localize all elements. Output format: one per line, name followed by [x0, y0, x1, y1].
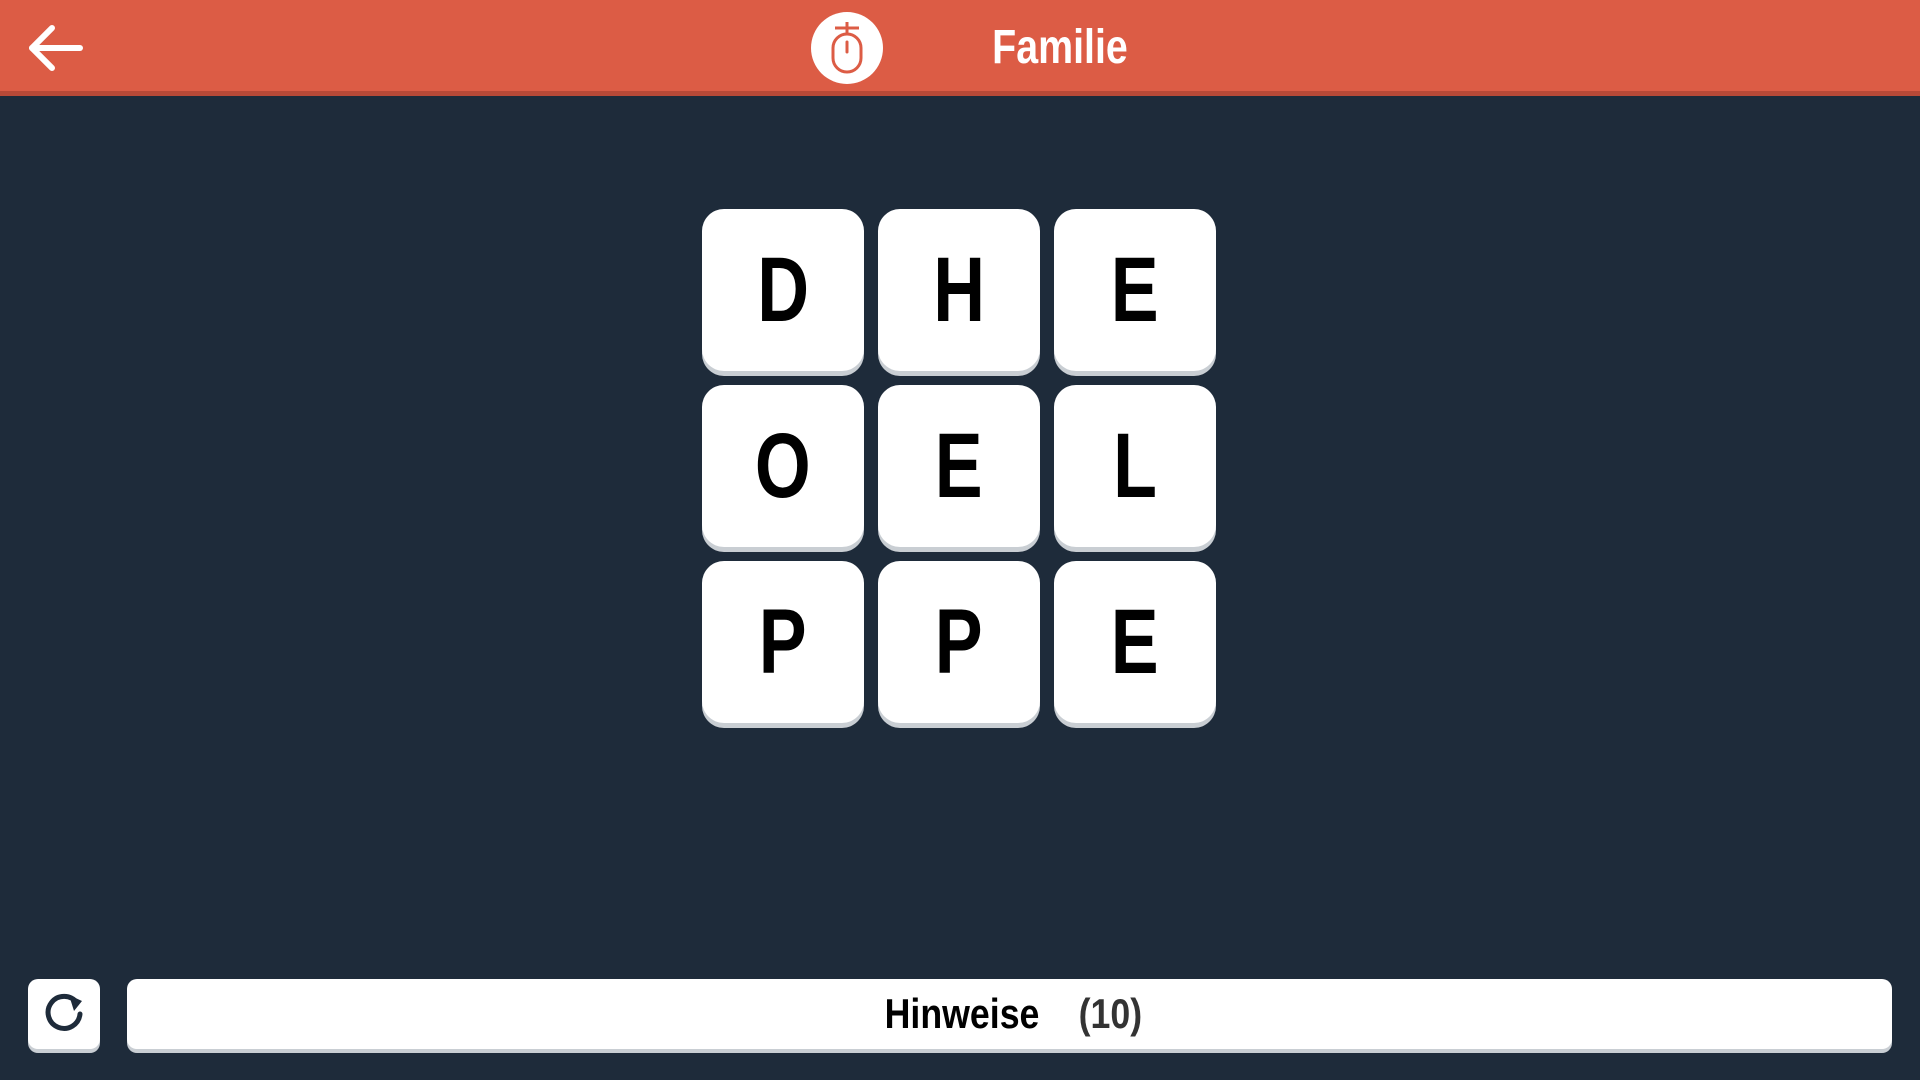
- letter-grid: D H E O E L P P E: [702, 209, 1218, 723]
- hints-count: (10): [1078, 990, 1143, 1037]
- tile-letter: H: [933, 239, 985, 341]
- letter-tile[interactable]: E: [1054, 561, 1216, 723]
- tile-letter: E: [1111, 239, 1159, 341]
- letter-tile[interactable]: P: [702, 561, 864, 723]
- page-title: Familie: [992, 21, 1128, 74]
- letter-tile[interactable]: E: [878, 385, 1040, 547]
- top-bar: Familie: [0, 0, 1920, 96]
- tile-letter: L: [1113, 415, 1157, 517]
- arrow-left-icon: [29, 25, 83, 71]
- letter-tile[interactable]: H: [878, 209, 1040, 371]
- letter-tile[interactable]: E: [1054, 209, 1216, 371]
- tile-letter: E: [935, 415, 983, 517]
- tile-letter: P: [759, 591, 807, 693]
- letter-tile[interactable]: D: [702, 209, 864, 371]
- refresh-icon: [45, 993, 83, 1031]
- letter-tile[interactable]: L: [1054, 385, 1216, 547]
- tile-letter: P: [935, 591, 983, 693]
- hints-button[interactable]: Hinweise (10): [127, 979, 1892, 1049]
- hints-label: Hinweise: [884, 990, 1040, 1037]
- refresh-button[interactable]: [28, 979, 100, 1049]
- tile-letter: D: [757, 239, 809, 341]
- category-icon: [811, 12, 883, 84]
- tile-letter: O: [755, 415, 811, 517]
- game-screen: Familie D H E O E L P P E Hinweise (10): [0, 0, 1920, 1080]
- baby-rattle-icon: [831, 22, 863, 74]
- back-button[interactable]: [24, 22, 84, 74]
- letter-tile[interactable]: P: [878, 561, 1040, 723]
- tile-letter: E: [1111, 591, 1159, 693]
- letter-tile[interactable]: O: [702, 385, 864, 547]
